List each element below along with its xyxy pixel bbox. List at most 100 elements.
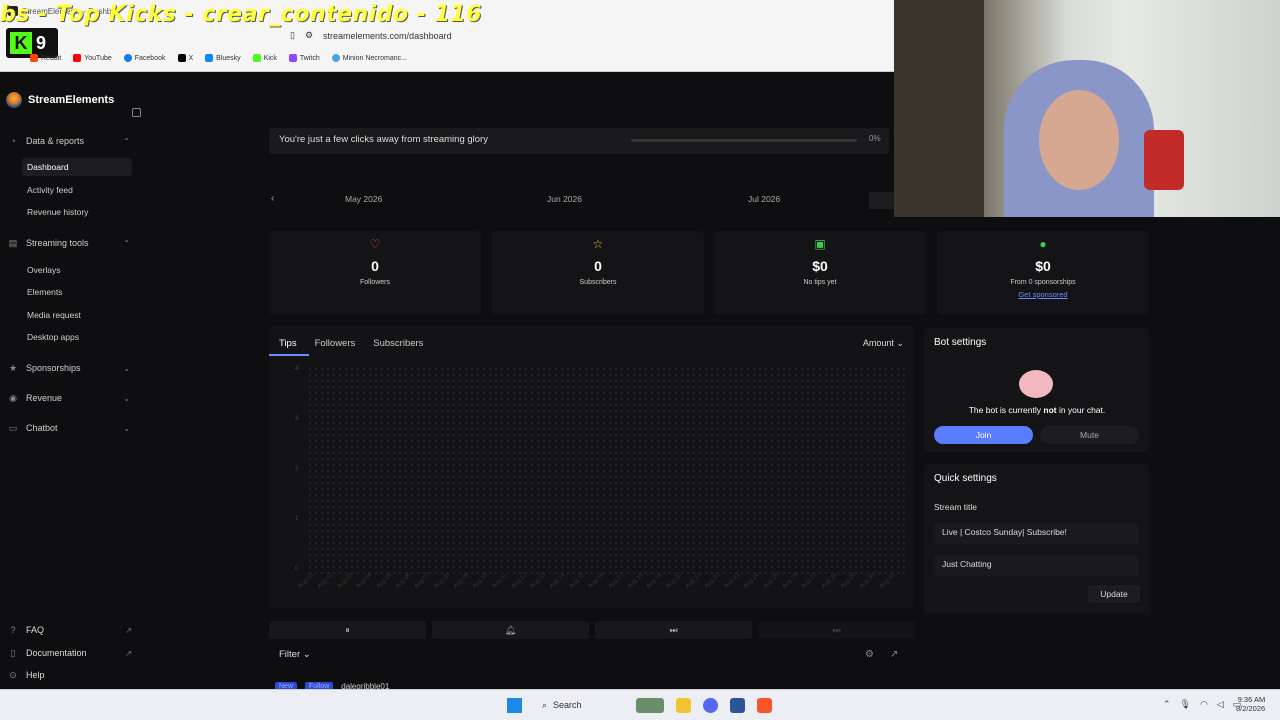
next-button[interactable]: ⏭ [758,621,915,639]
category-input[interactable]: Just Chatting [934,554,1139,576]
app-icon[interactable] [730,698,745,713]
tab-subscribers[interactable]: Subscribers [373,338,423,349]
webcam-face [1039,90,1119,190]
stream-title-label: Stream title [934,502,977,512]
bell-button[interactable]: 🔔︎ [432,621,589,639]
streamelements-logo-icon [6,92,22,108]
nav-documentation[interactable]: ▯ Documentation ↗ [8,648,132,658]
stat-value: $0 [812,258,828,274]
nav-section-label: Chatbot [26,423,58,433]
bot-avatar-icon [1019,370,1053,398]
wifi-icon[interactable]: ◠ [1200,699,1208,710]
stat-value: 0 [594,258,602,274]
month-selector: ‹ May 2026 Jun 2026 Jul 2026 [269,190,889,208]
nav-faq[interactable]: ? FAQ ↗ [8,625,132,635]
bookmark-minion[interactable]: Minion Necromanc... [331,54,407,62]
taskbar: ⌕ Search ⌃ 🎙︎ ◠ ◁ ▭ 9:36 AM 8/2/2026 [0,689,1280,720]
amount-dropdown[interactable]: Amount ⌄ [863,338,904,349]
nav-revenue[interactable]: ◉ Revenue ⌄ [8,393,130,403]
update-button[interactable]: Update [1088,585,1140,603]
bookmark-kick[interactable]: Kick [252,54,277,62]
month-may[interactable]: May 2026 [345,194,382,204]
chart-tabs: Tips Followers Subscribers [279,338,423,349]
bot-status-message: The bot is currently not in your chat. [968,405,1106,415]
chevron-down-icon: ⌄ [302,649,311,660]
y-tick: 3 [295,416,299,422]
bookmarks-bar: Reddit YouTube Facebook X Bluesky Kick T… [30,54,407,62]
bookmark-youtube[interactable]: YouTube [73,54,112,62]
feed-filter[interactable]: Filter ⌄ [279,649,311,660]
stat-card-tips: ▣ $0 No tips yet [714,231,926,315]
taskbar-search[interactable]: ⌕ Search [532,696,624,716]
heart-icon: ♡ [369,237,381,251]
chevron-down-icon: ⌄ [896,338,904,348]
system-tray[interactable]: ⌃ 🎙︎ ◠ ◁ ▭ [1163,699,1241,710]
clock[interactable]: 9:36 AM 8/2/2026 [1236,695,1265,713]
bookmark-reddit[interactable]: Reddit [30,54,61,62]
nav-data-reports[interactable]: ◔ Data & reports ⌃ [8,136,130,146]
sidebar-item-elements[interactable]: Elements [27,283,132,301]
clock-date: 8/2/2026 [1236,704,1266,713]
widgets-icon[interactable] [636,698,664,713]
mic-icon[interactable]: 🎙︎ [1180,699,1191,710]
sidebar-item-revenue-history[interactable]: Revenue history [27,203,132,221]
chevron-left-icon[interactable]: ‹ [271,193,274,204]
webcam-background [894,0,984,217]
address-bar[interactable]: ▯ ⚙ streamelements.com/dashboard [290,30,452,41]
sidebar-item-desktop-apps[interactable]: Desktop apps [27,328,132,346]
sidebar-item-media-request[interactable]: Media request [27,306,132,324]
discord-icon[interactable] [703,698,718,713]
quick-settings-title: Quick settings [934,473,997,484]
bookmark-bluesky[interactable]: Bluesky [205,54,241,62]
star-icon: ☆ [592,237,604,251]
pause-button[interactable]: ⏸ [269,621,426,639]
filter-label: Filter [279,649,301,660]
bell-icon: 🔔︎ [504,625,517,635]
kick-count: 9 [36,32,47,53]
skip-button[interactable]: ⏭ [595,621,752,639]
site-settings-icon[interactable]: ⚙ [305,30,313,41]
bookmark-x[interactable]: X [177,54,193,62]
windows-start-icon[interactable] [507,698,522,713]
chevron-down-icon: ⌄ [123,363,130,373]
bookmark-icon[interactable]: ▯ [290,30,295,41]
tab-tips[interactable]: Tips [279,338,297,349]
sidebar-item-dashboard[interactable]: Dashboard [22,158,132,176]
nav-chatbot[interactable]: ▭ Chatbot ⌄ [8,423,130,433]
stat-label: Followers [360,279,390,286]
chevron-down-icon: ⌄ [123,423,130,433]
stat-label: Subscribers [579,279,617,286]
nav-bottom-label: Help [26,670,45,680]
question-icon: ? [10,625,16,635]
bot-settings-panel: Bot settings The bot is currently not in… [924,328,1150,452]
collapse-sidebar-icon[interactable] [132,108,141,117]
month-jun[interactable]: Jun 2026 [547,194,582,204]
kick-logo-icon: K [10,32,32,54]
month-jul[interactable]: Jul 2026 [748,194,780,204]
tools-icon: ▤ [8,238,18,248]
bookmark-twitch[interactable]: Twitch [288,54,320,62]
sidebar-item-overlays[interactable]: Overlays [27,261,132,279]
stat-label: No tips yet [803,279,837,286]
file-explorer-icon[interactable] [676,698,691,713]
tab-followers[interactable]: Followers [315,338,356,349]
nav-streaming-tools[interactable]: ▤ Streaming tools ⌃ [8,238,130,248]
mute-button[interactable]: Mute [1040,426,1139,444]
popout-icon[interactable]: ↗ [890,649,898,660]
feed-tools: ⚙ ↗ [865,649,898,660]
nav-help[interactable]: ⊙ Help [8,670,132,680]
brave-browser-icon[interactable] [757,698,772,713]
chevron-up-icon[interactable]: ⌃ [1163,699,1171,710]
sidebar-item-activity-feed[interactable]: Activity feed [27,181,132,199]
current-month-tab[interactable] [869,192,895,209]
get-sponsored-link[interactable]: Get sponsored [937,290,1149,299]
join-button[interactable]: Join [934,426,1033,444]
stream-title-input[interactable]: Live | Costco Sunday| Subscribe! [934,522,1139,544]
next-icon: ⏭ [832,625,841,635]
brand[interactable]: StreamElements [6,92,114,108]
skip-icon: ⏭ [669,625,678,635]
volume-icon[interactable]: ◁ [1217,699,1224,710]
nav-sponsorships[interactable]: ★ Sponsorships ⌄ [8,363,130,373]
settings-icon[interactable]: ⚙ [865,649,874,660]
bookmark-facebook[interactable]: Facebook [123,54,166,62]
